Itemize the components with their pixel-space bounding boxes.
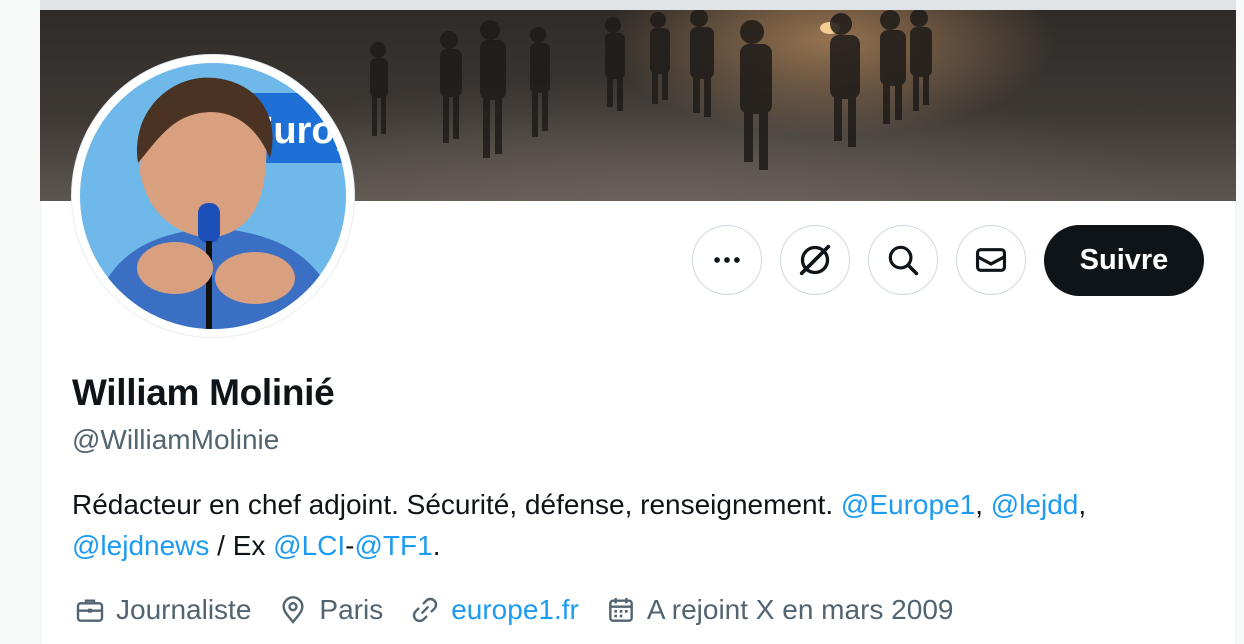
envelope-icon	[975, 248, 1007, 272]
grok-icon	[799, 244, 831, 276]
profile-display-name: William Molinié	[72, 372, 335, 413]
profile-meta: Journaliste Paris europe1.fr A rejoint X…	[74, 590, 979, 630]
location-text: Paris	[319, 594, 384, 625]
bio-text: Rédacteur en chef adjoint. Sécurité, déf…	[72, 489, 841, 520]
mention-link[interactable]: @lejdd	[991, 489, 1079, 520]
search-icon	[888, 245, 919, 276]
bio-separator: -	[345, 530, 355, 561]
avatar-photo: Europ	[80, 63, 346, 329]
bio-separator: ,	[1078, 489, 1087, 520]
joined-text: A rejoint X en mars 2009	[646, 594, 954, 625]
search-button[interactable]	[868, 225, 938, 295]
calendar-icon	[608, 598, 633, 622]
mention-link[interactable]: @Europe1	[841, 489, 975, 520]
bio-separator: ,	[975, 489, 991, 520]
location-pin-icon	[282, 596, 304, 624]
meta-location: Paris	[277, 594, 383, 626]
grok-button[interactable]	[780, 225, 850, 295]
mention-link[interactable]: @TF1	[355, 530, 433, 561]
mention-link[interactable]: @LCI	[273, 530, 345, 561]
follow-button[interactable]: Suivre	[1044, 225, 1204, 296]
meta-profession: Journaliste	[74, 594, 251, 626]
bio-text: / Ex	[209, 530, 274, 561]
meta-joined: A rejoint X en mars 2009	[605, 594, 954, 626]
profession-text: Journaliste	[116, 594, 252, 625]
message-button[interactable]	[956, 225, 1026, 295]
profile-bio: Rédacteur en chef adjoint. Sécurité, déf…	[72, 484, 1202, 566]
more-button[interactable]	[692, 225, 762, 295]
meta-website[interactable]: europe1.fr	[409, 594, 579, 626]
top-strip	[40, 0, 1236, 10]
more-horizontal-icon	[714, 257, 740, 263]
bio-text: .	[432, 530, 441, 561]
website-link[interactable]: europe1.fr	[451, 594, 579, 626]
mention-link[interactable]: @lejdnews	[72, 530, 209, 561]
profile-avatar[interactable]: Europ	[72, 55, 354, 337]
briefcase-icon	[76, 599, 104, 622]
link-icon	[413, 597, 438, 623]
profile-handle: @WilliamMolinie	[72, 424, 280, 455]
